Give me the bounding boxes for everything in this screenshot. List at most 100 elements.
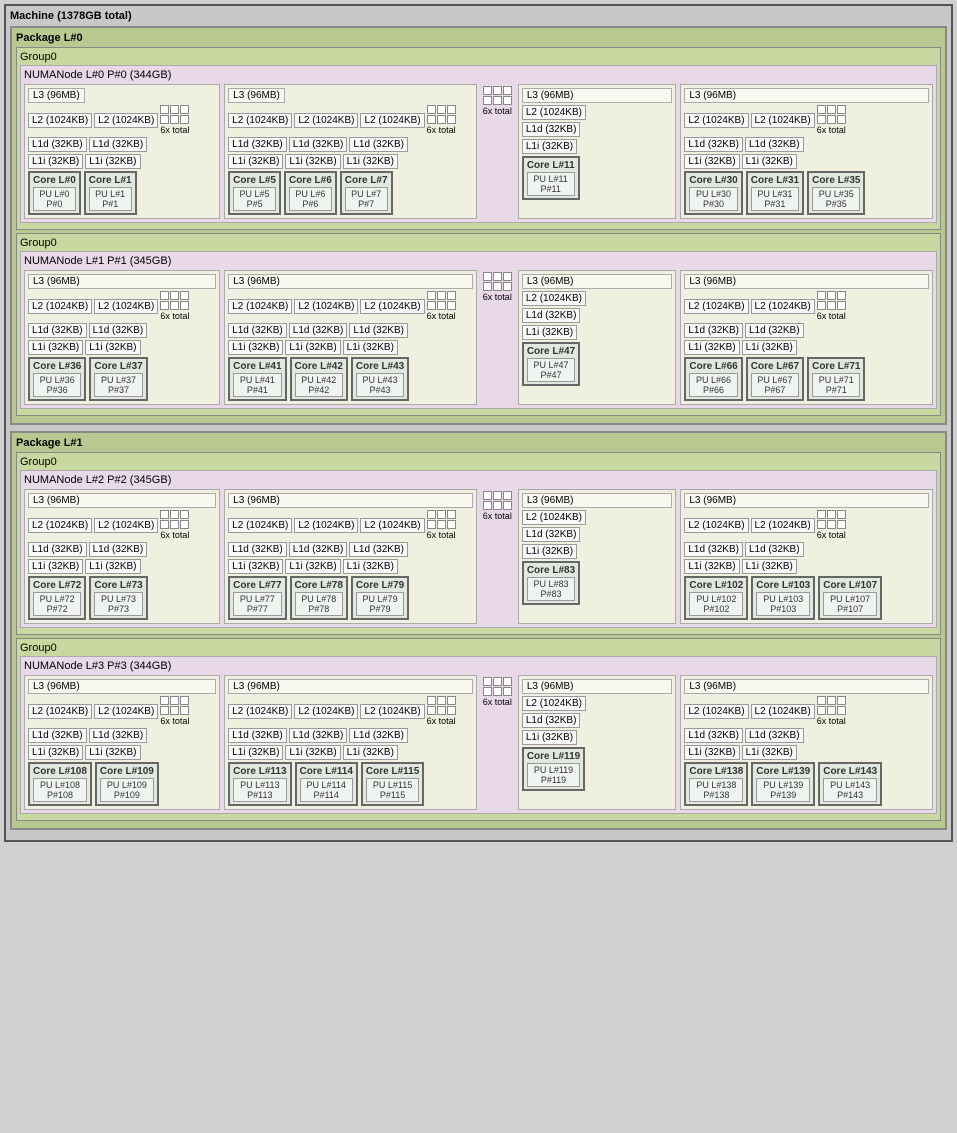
l1i-1-2: L1i (32KB): [343, 154, 398, 169]
l3-n3-s3: L3 (96MB) L2 (1024KB) L2 (1024KB) 6x tot…: [680, 675, 933, 810]
core-6: Core L#6 PU L#6P#6: [284, 171, 337, 215]
core-72: Core L#72 PU L#72P#72: [28, 576, 86, 620]
core-83: Core L#83 PU L#83P#83: [522, 561, 580, 605]
core-139: Core L#139 PU L#139P#139: [751, 762, 815, 806]
l3-0-label: L3 (96MB): [28, 88, 85, 103]
l2-extra-0: 6x total: [160, 105, 189, 135]
l3-n2-s2: L3 (96MB) L2 (1024KB) L1d (32KB) L1i (32…: [518, 489, 677, 624]
l3-n1-s2: L3 (96MB) L2 (1024KB) L1d (32KB) L1i (32…: [518, 270, 677, 405]
group0-numa3: Group0 NUMANode L#3 P#3 (344GB) L3 (96MB…: [16, 638, 941, 821]
pu-77: PU L#77P#77: [233, 592, 281, 616]
pu-31: PU L#31P#31: [751, 187, 799, 211]
pu-72: PU L#72P#72: [33, 592, 81, 616]
pu-79: PU L#79P#79: [356, 592, 404, 616]
pu-115: PU L#115P#115: [366, 778, 419, 802]
numa-node-1: NUMANode L#1 P#1 (345GB) L3 (96MB) L2 (1…: [20, 251, 937, 409]
l1i-1-1: L1i (32KB): [285, 154, 340, 169]
pu-108: PU L#108P#108: [33, 778, 87, 802]
pu-103: PU L#103P#103: [756, 592, 810, 616]
pu-143: PU L#143P#143: [823, 778, 877, 802]
l3-n2-s3: L3 (96MB) L2 (1024KB) L2 (1024KB) 6x tot…: [680, 489, 933, 624]
l1d-0-0: L1d (32KB): [28, 137, 87, 152]
pu-42: PU L#42P#42: [295, 373, 343, 397]
pu-78: PU L#78P#78: [295, 592, 343, 616]
group0-numa1-title: Group0: [20, 237, 937, 249]
pu-41: PU L#41P#41: [233, 373, 281, 397]
group0-numa0: Group0 NUMANode L#0 P#0 (344GB) L3 (96MB…: [16, 47, 941, 230]
core-102: Core L#102 PU L#102P#102: [684, 576, 748, 620]
core-31: Core L#31 PU L#31P#31: [746, 171, 804, 215]
core-41: Core L#41 PU L#41P#41: [228, 357, 286, 401]
l3-3-label: L3 (96MB): [684, 88, 929, 103]
group0-numa1: Group0 NUMANode L#1 P#1 (345GB) L3 (96MB…: [16, 233, 941, 416]
package-0-title: Package L#0: [16, 32, 941, 44]
package-1: Package L#1 Group0 NUMANode L#2 P#2 (345…: [10, 431, 947, 830]
l2-extra-1: 6x total: [427, 105, 456, 135]
l3-extra-col-1: 6x total: [481, 270, 514, 405]
group0-numa0-title: Group0: [20, 51, 937, 63]
core-11: Core L#11 PU L#11P#11: [522, 156, 580, 200]
core-78: Core L#78 PU L#78P#78: [290, 576, 348, 620]
l3-n3-s0: L3 (96MB) L2 (1024KB) L2 (1024KB) 6x tot…: [24, 675, 220, 810]
pu-11: PU L#11P#11: [527, 172, 575, 196]
group0-numa2-label: Group0: [20, 456, 937, 468]
group0-numa3-label: Group0: [20, 642, 937, 654]
core-109: Core L#109 PU L#109P#109: [95, 762, 159, 806]
l2-2-0: L2 (1024KB): [522, 105, 586, 120]
l3-n1-s1: L3 (96MB) L2 (1024KB) L2 (1024KB) L2 (10…: [224, 270, 477, 405]
numa-node-3-title: NUMANode L#3 P#3 (344GB): [24, 660, 933, 672]
machine-box: Machine (1378GB total) Package L#0 Group…: [4, 4, 953, 842]
core-42: Core L#42 PU L#42P#42: [290, 357, 348, 401]
l3-extra-col-3: 6x total: [481, 675, 514, 810]
l1d-3-0: L1d (32KB): [684, 137, 743, 152]
l3-n1-s0: L3 (96MB) L2 (1024KB) L2 (1024KB) 6x tot…: [24, 270, 220, 405]
core-67: Core L#67 PU L#67P#67: [746, 357, 804, 401]
core-77: Core L#77 PU L#77P#77: [228, 576, 286, 620]
l1i-0-0: L1i (32KB): [28, 154, 83, 169]
pu-109: PU L#109P#109: [100, 778, 154, 802]
pu-71: PU L#71P#71: [812, 373, 860, 397]
pu-43: PU L#43P#43: [356, 373, 404, 397]
pu-6: PU L#6P#6: [289, 187, 332, 211]
pu-139: PU L#139P#139: [756, 778, 810, 802]
pu-113: PU L#113P#113: [233, 778, 286, 802]
core-107: Core L#107 PU L#107P#107: [818, 576, 882, 620]
l1i-2-0: L1i (32KB): [522, 139, 577, 154]
pu-138: PU L#138P#138: [689, 778, 743, 802]
pu-7: PU L#7P#7: [345, 187, 388, 211]
core-7: Core L#7 PU L#7P#7: [340, 171, 393, 215]
l1d-1-1: L1d (32KB): [289, 137, 348, 152]
l1d-1-0: L1d (32KB): [228, 137, 287, 152]
core-37: Core L#37 PU L#37P#37: [89, 357, 147, 401]
l1d-1-2: L1d (32KB): [349, 137, 408, 152]
l3-n2-s0: L3 (96MB) L2 (1024KB) L2 (1024KB) 6x tot…: [24, 489, 220, 624]
pu-30: PU L#30P#30: [689, 187, 737, 211]
pu-67: PU L#67P#67: [751, 373, 799, 397]
l3-2-label: L3 (96MB): [522, 88, 673, 103]
l2-1-1: L2 (1024KB): [294, 113, 358, 128]
l1i-3-1: L1i (32KB): [742, 154, 797, 169]
core-5: Core L#5 PU L#5P#5: [228, 171, 281, 215]
pu-1: PU L#1P#1: [89, 187, 132, 211]
l3-n3-s1: L3 (96MB) L2 (1024KB) L2 (1024KB) L2 (10…: [224, 675, 477, 810]
numa-node-0: NUMANode L#0 P#0 (344GB) L3 (96MB) L2 (1…: [20, 65, 937, 223]
pu-73: PU L#73P#73: [94, 592, 142, 616]
core-113: Core L#113 PU L#113P#113: [228, 762, 291, 806]
l3-extra-col-0: 6x total: [481, 84, 514, 219]
l2-0-0: L2 (1024KB): [28, 113, 92, 128]
core-119: Core L#119 PU L#119P#119: [522, 747, 585, 791]
pu-36: PU L#36P#36: [33, 373, 81, 397]
core-115: Core L#115 PU L#115P#115: [361, 762, 424, 806]
l3-section-2: L3 (96MB) L2 (1024KB) L1d (32KB) L1i (32…: [518, 84, 677, 219]
pu-83: PU L#83P#83: [527, 577, 575, 601]
core-43: Core L#43 PU L#43P#43: [351, 357, 409, 401]
l1i-0-1: L1i (32KB): [85, 154, 140, 169]
pu-119: PU L#119P#119: [527, 763, 580, 787]
l3-extra-col-2: 6x total: [481, 489, 514, 624]
l1d-3-1: L1d (32KB): [745, 137, 804, 152]
l3-section-1: L3 (96MB) L2 (1024KB) L2 (1024KB) L2 (10…: [224, 84, 477, 219]
numa-node-2-title: NUMANode L#2 P#2 (345GB): [24, 474, 933, 486]
l3-n3-s2: L3 (96MB) L2 (1024KB) L1d (32KB) L1i (32…: [518, 675, 677, 810]
l1d-0-1: L1d (32KB): [89, 137, 148, 152]
l2-3-0: L2 (1024KB): [684, 113, 748, 128]
